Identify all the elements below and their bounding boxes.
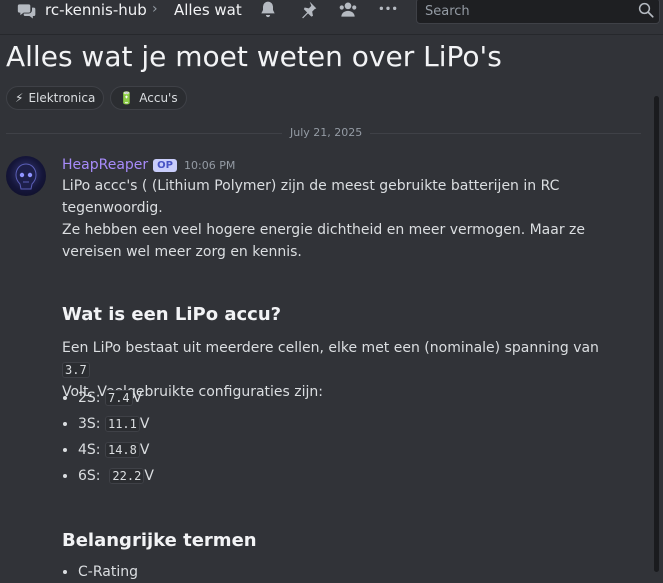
tag-elektronica[interactable]: ⚡ Elektronica — [6, 86, 105, 110]
search-box[interactable] — [416, 0, 660, 24]
members-icon[interactable] — [338, 0, 358, 20]
forum-icon — [17, 4, 36, 19]
pin-icon[interactable] — [298, 0, 318, 20]
scrollbar[interactable] — [654, 96, 659, 572]
thread-name[interactable]: Alles wat je — [174, 1, 246, 19]
terms-list: C-Rating — [62, 561, 138, 583]
list-item: C-Rating — [78, 561, 138, 583]
voltage-code: 7.4 — [104, 390, 133, 406]
intro-paragraph-1: LiPo accc's ( (Lithium Polymer) zijn de … — [62, 178, 560, 216]
search-input[interactable] — [425, 2, 625, 20]
voltage-code: 14.8 — [104, 442, 140, 458]
battery-icon: 🔋 — [119, 91, 135, 105]
date-divider-label: July 21, 2025 — [282, 126, 371, 139]
author-name[interactable]: HeapReaper — [62, 157, 148, 173]
voltage-code: 11.1 — [104, 416, 140, 432]
avatar-image — [15, 163, 37, 190]
server-name[interactable]: rc-kennis-hub — [45, 1, 147, 19]
more-icon[interactable] — [378, 0, 398, 20]
lipo-paragraph-text: Een LiPo bestaat uit meerdere cellen, el… — [62, 340, 599, 356]
list-item: 6S: 22.2V — [78, 463, 154, 489]
message-header: HeapReaper OP 10:06 PM — [62, 157, 235, 173]
tag-list: ⚡ Elektronica 🔋 Accu's — [6, 86, 187, 110]
avatar[interactable] — [6, 156, 46, 196]
breadcrumb-separator: › — [152, 1, 158, 17]
thread-title: Alles wat je moet weten over LiPo's — [6, 40, 502, 73]
tag-label: Elektronica — [28, 91, 96, 105]
search-icon[interactable] — [637, 1, 655, 19]
list-item: 2S: 7.4V — [78, 385, 154, 411]
op-badge: OP — [153, 158, 177, 172]
voltage-code: 22.2 — [109, 468, 145, 484]
tag-label: Accu's — [139, 91, 178, 105]
config-list: 2S: 7.4V 3S: 11.1V 4S: 14.8V 6S: 22.2V — [62, 385, 154, 489]
intro-paragraph-2: Ze hebben een veel hogere energie dichth… — [62, 222, 585, 260]
channel-header: rc-kennis-hub › Alles wat je — [0, 0, 663, 35]
heading-belangrijke-termen: Belangrijke termen — [62, 530, 257, 551]
list-item: 3S: 11.1V — [78, 411, 154, 437]
bell-icon[interactable] — [258, 0, 278, 20]
heading-wat-is-lipo: Wat is een LiPo accu? — [62, 304, 282, 325]
tag-accus[interactable]: 🔋 Accu's — [110, 86, 187, 110]
list-item: 4S: 14.8V — [78, 437, 154, 463]
nominal-voltage-code: 3.7 — [62, 362, 90, 378]
message-timestamp[interactable]: 10:06 PM — [184, 159, 235, 172]
lightning-icon: ⚡ — [15, 91, 24, 105]
